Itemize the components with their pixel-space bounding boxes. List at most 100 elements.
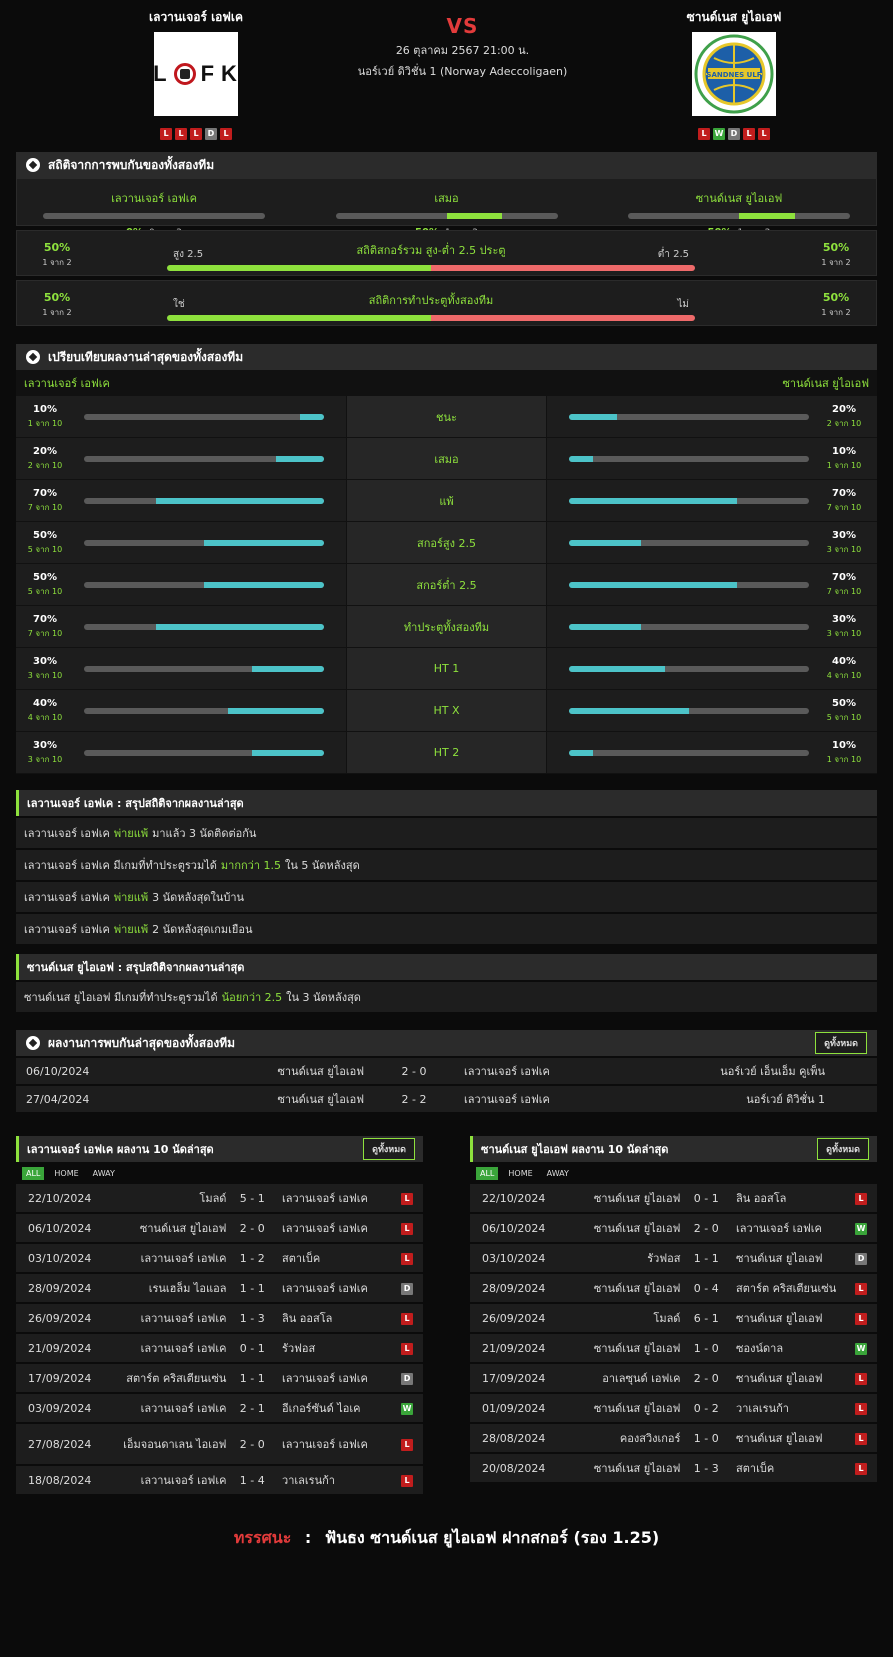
match-home-team[interactable]: ซานด์เนส ยูไอเอฟ (571, 1399, 681, 1417)
compare-home-name[interactable]: เลวานเจอร์ เอฟเค (24, 374, 110, 392)
match-home-team[interactable]: อาเลซุนด์ เอฟเค (571, 1369, 680, 1387)
btts-title: สถิติการทำประตูทั้งสองทีม (368, 294, 494, 307)
match-away-team[interactable]: เลวานเจอร์ เอฟเค (278, 1369, 397, 1387)
result-badge: L (855, 1403, 868, 1415)
match-row[interactable]: 06/10/2024 ซานด์เนส ยูไอเอฟ 2 - 0 เลวานเจอร… (16, 1214, 423, 1242)
match-away-team[interactable]: รัวฟอส (278, 1339, 397, 1357)
match-home-team[interactable]: เลวานเจอร์ เอฟเค (117, 1309, 227, 1327)
match-row[interactable]: 26/09/2024 โมลด์ 6 - 1 ซานด์เนส ยูไอเอฟ L (470, 1304, 877, 1332)
match-home-team[interactable]: เอ็มจอนดาเลน ไอเอฟ (117, 1435, 226, 1453)
match-away-team[interactable]: วาเลเรนก้า (278, 1471, 397, 1489)
match-away-team[interactable]: สตาเบ็ค (732, 1459, 851, 1477)
filter-away-tab[interactable]: AWAY (543, 1167, 573, 1180)
match-row[interactable]: 03/09/2024 เลวานเจอร์ เอฟเค 2 - 1 อีเกอร์ซั… (16, 1394, 423, 1422)
away-team[interactable]: ซานด์เนส ยูไอเอฟ SANDNES ULF LWDLL (654, 8, 814, 140)
compare-home-bar (84, 456, 324, 462)
match-away-team[interactable]: เลวานเจอร์ เอฟเค (278, 1435, 397, 1453)
match-row[interactable]: 20/08/2024 ซานด์เนส ยูไอเอฟ 1 - 3 สตาเบ็ค L (470, 1454, 877, 1482)
filter-all-tab[interactable]: ALL (476, 1166, 499, 1180)
home-last10-view-all-button[interactable]: ดูทั้งหมด (363, 1138, 415, 1160)
h2h-match-away[interactable]: เลวานเจอร์ เอฟเค (464, 1090, 624, 1108)
match-row[interactable]: 28/09/2024 ซานด์เนส ยูไอเอฟ 0 - 4 สตาร์ต คร… (470, 1274, 877, 1302)
h2h-match-home[interactable]: ซานด์เนส ยูไอเอฟ (146, 1090, 364, 1108)
match-score: 1 - 1 (693, 1251, 719, 1265)
match-row[interactable]: 01/09/2024 ซานด์เนส ยูไอเอฟ 0 - 2 วาเลเรนก้… (470, 1394, 877, 1422)
match-away-team[interactable]: เลวานเจอร์ เอฟเค (732, 1219, 851, 1237)
match-home-team[interactable]: รัวฟอส (571, 1249, 680, 1267)
match-home-team[interactable]: โมลด์ (117, 1189, 226, 1207)
filter-home-tab[interactable]: HOME (504, 1167, 536, 1180)
match-home-team[interactable]: เลวานเจอร์ เอฟเค (117, 1249, 227, 1267)
filter-home-tab[interactable]: HOME (50, 1167, 82, 1180)
form-badge: L (743, 128, 755, 140)
match-home-team[interactable]: เรนเฮล็ม ไอแอล (117, 1279, 227, 1297)
home-team-name[interactable]: เลวานเจอร์ เอฟเค (116, 8, 276, 26)
match-home-team[interactable]: ซานด์เนส ยูไอเอฟ (571, 1189, 681, 1207)
match-row[interactable]: 21/09/2024 เลวานเจอร์ เอฟเค 0 - 1 รัวฟอส L (16, 1334, 423, 1362)
match-home-team[interactable]: คองสวิงเกอร์ (571, 1429, 681, 1447)
match-away-team[interactable]: ลิน ออสโล (278, 1309, 397, 1327)
match-home-team[interactable]: โมลด์ (571, 1309, 680, 1327)
match-row[interactable]: 26/09/2024 เลวานเจอร์ เอฟเค 1 - 3 ลิน ออสโล… (16, 1304, 423, 1332)
match-row[interactable]: 22/10/2024 โมลด์ 5 - 1 เลวานเจอร์ เอฟเค L (16, 1184, 423, 1212)
match-row[interactable]: 03/10/2024 รัวฟอส 1 - 1 ซานด์เนส ยูไอเอฟ D (470, 1244, 877, 1272)
compare-metric-label: ชนะ (346, 396, 547, 437)
h2h-match-away[interactable]: เลวานเจอร์ เอฟเค (464, 1062, 624, 1080)
match-away-team[interactable]: ซองน์ดาล (732, 1339, 851, 1357)
match-home-team[interactable]: ซานด์เนส ยูไอเอฟ (571, 1219, 681, 1237)
match-away-team[interactable]: เลวานเจอร์ เอฟเค (278, 1219, 397, 1237)
match-row[interactable]: 17/09/2024 สตาร์ต คริสเตียนเซ่น 1 - 1 เลวาน… (16, 1364, 423, 1392)
match-row[interactable]: 06/10/2024 ซานด์เนส ยูไอเอฟ 2 - 0 เลวานเจอร… (470, 1214, 877, 1242)
match-home-team[interactable]: ซานด์เนส ยูไอเอฟ (571, 1339, 681, 1357)
match-row[interactable]: 18/08/2024 เลวานเจอร์ เอฟเค 1 - 4 วาเลเรนก้… (16, 1466, 423, 1494)
match-home-team[interactable]: สตาร์ต คริสเตียนเซ่น (117, 1369, 226, 1387)
match-away-team[interactable]: วาเลเรนก้า (732, 1399, 851, 1417)
match-row[interactable]: 28/08/2024 คองสวิงเกอร์ 1 - 0 ซานด์เนส ยูไอ… (470, 1424, 877, 1452)
match-row[interactable]: 27/08/2024 เอ็มจอนดาเลน ไอเอฟ 2 - 0 เลวานเจ… (16, 1424, 423, 1464)
filter-all-tab[interactable]: ALL (22, 1166, 45, 1180)
home-team[interactable]: เลวานเจอร์ เอฟเค LFK LLLDL (116, 8, 276, 140)
filter-away-tab[interactable]: AWAY (89, 1167, 119, 1180)
page: เลวานเจอร์ เอฟเค LFK LLLDL VS 26 ตุลาคม … (0, 0, 893, 1566)
match-away-team[interactable]: อีเกอร์ซันด์ ไอเค (278, 1399, 397, 1417)
match-row[interactable]: 17/09/2024 อาเลซุนด์ เอฟเค 2 - 0 ซานด์เนส ย… (470, 1364, 877, 1392)
match-away-team[interactable]: ซานด์เนส ยูไอเอฟ (732, 1309, 851, 1327)
match-date: 27/08/2024 (28, 1437, 92, 1451)
h2h-match-row[interactable]: 27/04/2024 ซานด์เนส ยูไอเอฟ 2 - 2 เลวานเจอร… (16, 1086, 877, 1112)
match-home-team[interactable]: เลวานเจอร์ เอฟเค (117, 1339, 227, 1357)
h2h-match-home[interactable]: ซานด์เนส ยูไอเอฟ (146, 1062, 364, 1080)
h2h-view-all-button[interactable]: ดูทั้งหมด (815, 1032, 867, 1054)
btts-yes-label: ใช่ (173, 299, 185, 310)
h2h-match-row[interactable]: 06/10/2024 ซานด์เนส ยูไอเอฟ 2 - 0 เลวานเจอร… (16, 1058, 877, 1084)
away-team-name[interactable]: ซานด์เนส ยูไอเอฟ (654, 8, 814, 26)
match-home-team[interactable]: ซานด์เนส ยูไอเอฟ (117, 1219, 227, 1237)
match-home-team[interactable]: ซานด์เนส ยูไอเอฟ (571, 1459, 681, 1477)
match-away-team[interactable]: ลิน ออสโล (732, 1189, 851, 1207)
away-team-logo[interactable]: SANDNES ULF (692, 32, 776, 116)
match-away-team[interactable]: ซานด์เนส ยูไอเอฟ (732, 1369, 851, 1387)
match-away-team[interactable]: เลวานเจอร์ เอฟเค (278, 1189, 397, 1207)
match-row[interactable]: 22/10/2024 ซานด์เนส ยูไอเอฟ 0 - 1 ลิน ออสโล… (470, 1184, 877, 1212)
compare-away-value: 30% 3 จาก 10 (819, 614, 869, 640)
league-name[interactable]: นอร์เวย์ ดิวิชั่น 1 (Norway Adeccoligaen… (316, 62, 609, 80)
match-away-team[interactable]: เลวานเจอร์ เอฟเค (278, 1279, 397, 1297)
match-away-team[interactable]: สตาร์ต คริสเตียนเซ่น (732, 1279, 851, 1297)
compare-away-pct: 10% (832, 446, 856, 457)
match-home-team[interactable]: เลวานเจอร์ เอฟเค (117, 1471, 227, 1489)
away-last10-view-all-button[interactable]: ดูทั้งหมด (817, 1138, 869, 1160)
match-away-team[interactable]: สตาเบ็ค (278, 1249, 397, 1267)
away-summary-list: ซานด์เนส ยูไอเอฟ มีเกมที่ทำประตูรวมได้ น้… (16, 982, 877, 1012)
match-date: 22/10/2024 (28, 1191, 92, 1205)
match-row[interactable]: 28/09/2024 เรนเฮล็ม ไอแอล 1 - 1 เลวานเจอร์ … (16, 1274, 423, 1302)
match-row[interactable]: 03/10/2024 เลวานเจอร์ เอฟเค 1 - 2 สตาเบ็ค L (16, 1244, 423, 1272)
match-result: L (851, 1371, 871, 1385)
match-away-team[interactable]: ซานด์เนส ยูไอเอฟ (732, 1429, 851, 1447)
match-home-team[interactable]: เลวานเจอร์ เอฟเค (117, 1399, 227, 1417)
svg-text:SANDNES ULF: SANDNES ULF (706, 71, 761, 79)
match-row[interactable]: 21/09/2024 ซานด์เนส ยูไอเอฟ 1 - 0 ซองน์ดาล W (470, 1334, 877, 1362)
compare-away-name[interactable]: ซานด์เนส ยูไอเอฟ (782, 374, 869, 392)
match-home-team[interactable]: ซานด์เนส ยูไอเอฟ (571, 1279, 681, 1297)
summary-highlight: พ่ายแพ้ (113, 891, 149, 904)
match-away-team[interactable]: ซานด์เนส ยูไอเอฟ (732, 1249, 851, 1267)
home-team-logo[interactable]: LFK (153, 32, 238, 116)
